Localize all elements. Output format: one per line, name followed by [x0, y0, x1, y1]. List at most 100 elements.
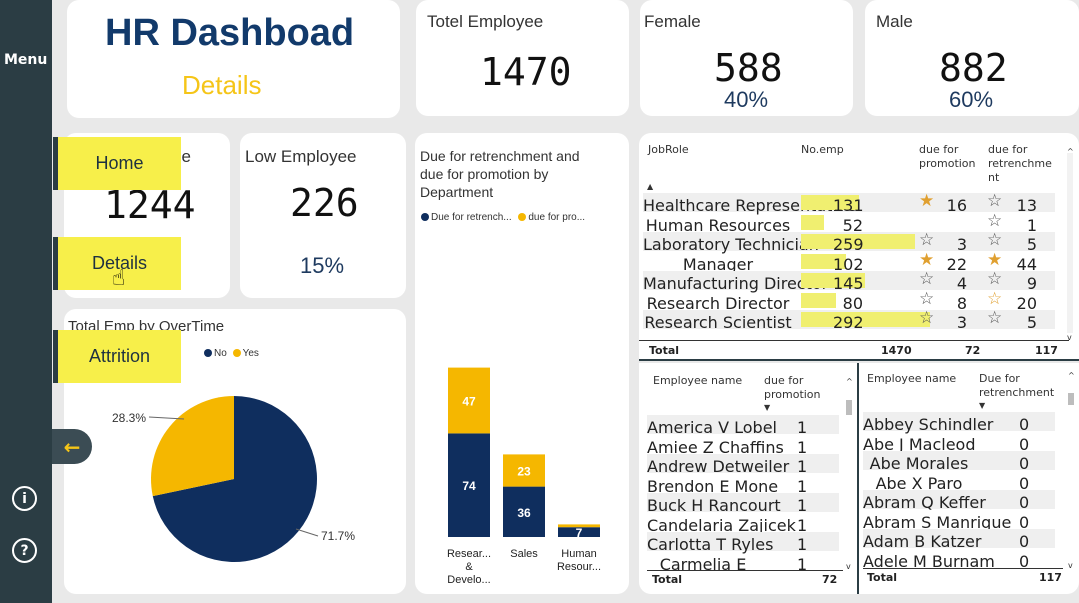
female-label: Female: [644, 12, 701, 31]
female-value: 588: [714, 46, 783, 90]
retrenchment-star-icon: ★: [987, 249, 1003, 270]
info-icon[interactable]: i: [12, 486, 37, 511]
promo-scroll-down-icon[interactable]: v: [846, 560, 851, 574]
promo-employee-value: 1: [797, 554, 808, 571]
total-employee-card: Totel Employee 1470: [416, 0, 629, 116]
jobrole-row[interactable]: Research Scientist 292 ☆ 3 ☆ 5: [643, 308, 1055, 332]
jobrole-row[interactable]: Manager 102 ★ 22 ★ 44: [643, 249, 1055, 274]
label-line-no: [295, 528, 319, 537]
promotion-star-icon: ☆: [919, 308, 935, 328]
table-divider: [639, 359, 1079, 361]
retrenchment-star-icon: ☆: [987, 230, 1003, 250]
retrenchment-star-icon: ☆: [987, 288, 1003, 309]
promo-list-item[interactable]: Carlotta T Ryles 1: [647, 532, 839, 554]
emp-data-bar: [801, 214, 824, 230]
bar-label-retrench-2: 7: [576, 526, 583, 540]
bar-promo-2[interactable]: [558, 524, 600, 528]
promo-scroll-up-icon[interactable]: ^: [846, 375, 853, 389]
low-employee-value: 226: [290, 181, 359, 225]
jobrole-row[interactable]: Human Resources 52 ☆ 1: [643, 210, 1055, 235]
ret-scrollbar[interactable]: [1068, 393, 1074, 405]
promo-total-label: Total: [652, 573, 683, 586]
jobrole-emp: 292: [833, 313, 864, 332]
emp-data-bar: [801, 312, 930, 327]
help-icon[interactable]: ?: [12, 538, 37, 563]
sidebar: Menu i ?: [0, 0, 52, 603]
jobrole-row[interactable]: Manufacturing Director 145 ☆ 4 ☆ 9: [643, 269, 1055, 293]
promo-list-item[interactable]: Carmelia E 1: [647, 552, 839, 571]
x-tick-label-0: Resear...: [447, 548, 491, 560]
jobrole-name: Research Scientist: [644, 313, 792, 332]
retrenchment-star-icon: ☆: [987, 191, 1003, 211]
ret-list-item[interactable]: Abe Morales 0: [863, 451, 1055, 473]
retrenchment-star-icon: ☆: [987, 308, 1003, 328]
x-tick-label-1: Sales: [510, 548, 538, 560]
department-chart-card: Due for retrenchment and due for promoti…: [415, 133, 629, 594]
ret-list-item[interactable]: Abram S Manrique 0: [863, 510, 1055, 532]
jobrole-table-card: JobRole ▲ No.emp due for promotion due f…: [639, 133, 1079, 361]
scroll-down-icon[interactable]: v: [1067, 331, 1072, 345]
jobrole-total-label: Total: [649, 344, 680, 357]
bar-label-promo-1: 23: [517, 465, 531, 479]
x-tick-label-0: Develo...: [447, 574, 490, 586]
menu-button[interactable]: Menu: [4, 52, 47, 68]
jobrole-scrollbar[interactable]: [1067, 153, 1073, 333]
bar-label-promo-0: 47: [462, 395, 476, 409]
scroll-up-icon[interactable]: ^: [1067, 145, 1074, 159]
promotion-star-icon: ☆: [919, 288, 935, 309]
ret-list-item[interactable]: Adele M Burnam 0: [863, 549, 1055, 570]
ret-list-item[interactable]: Abe X Paro 0: [863, 471, 1055, 493]
department-bar-chart: 74 47 Resear...&Develo... 36 23 Sales 7 HumanRe…: [447, 367, 601, 586]
promotion-star-icon: ☆: [919, 230, 935, 250]
ret-list-item[interactable]: Abe J Macleod 0: [863, 432, 1055, 454]
ret-scroll-up-icon[interactable]: ^: [1068, 369, 1075, 383]
x-tick-label-2: Resour...: [557, 561, 601, 573]
ret-total-label: Total: [867, 571, 898, 584]
ret-total-value: 117: [1039, 571, 1062, 584]
promotion-star-icon: ★: [919, 191, 935, 211]
promo-list-item[interactable]: Andrew Detweiler 1: [647, 454, 839, 476]
ret-list-item[interactable]: Abbey Schindler 0: [863, 412, 1055, 434]
low-employee-percent: 15%: [300, 253, 345, 278]
pie-label-no: 71.7%: [321, 529, 356, 543]
page-title: HR Dashboad: [105, 12, 355, 54]
bar-label-retrench-1: 36: [517, 506, 531, 520]
jobrole-retrenchment: 5: [1026, 313, 1037, 332]
bar-label-retrench-0: 74: [462, 479, 476, 493]
male-value: 882: [939, 46, 1008, 90]
promo-employee-name: Carmelia E: [659, 554, 747, 571]
jobrole-row[interactable]: Healthcare Representative 131 ★ 16 ☆ 13: [643, 191, 1055, 215]
nav-attrition-button[interactable]: Attrition: [53, 330, 181, 383]
jobrole-row[interactable]: Laboratory Technician 259 ☆ 3 ☆ 5: [643, 230, 1055, 254]
promotion-star-icon: ★: [919, 249, 935, 270]
male-card: Male 882 60%: [865, 0, 1079, 116]
collapse-arrow-icon[interactable]: ←: [52, 429, 92, 464]
jobrole-total-emp: 1470: [881, 344, 912, 357]
promo-list-item[interactable]: Buck H Rancourt 1: [647, 493, 839, 515]
pie-slice-yes[interactable]: [151, 396, 234, 497]
promo-list-item[interactable]: Candelaria Zajicek 1: [647, 513, 839, 535]
promo-scrollbar[interactable]: [846, 400, 852, 415]
retrenchment-star-icon: ☆: [987, 269, 1003, 289]
promotion-list-card: Employee name due for promotion ▼ Americ…: [639, 363, 857, 594]
ret-scroll-down-icon[interactable]: v: [1068, 559, 1073, 573]
total-employee-value: 1470: [480, 50, 572, 94]
female-card: Female 588 40%: [640, 0, 853, 116]
jobrole-row[interactable]: Research Director 80 ☆ 8 ☆ 20: [643, 288, 1055, 313]
x-tick-label-2: Human: [561, 548, 596, 560]
pie-label-yes: 28.3%: [112, 411, 147, 425]
ret-list-item[interactable]: Abram Q Keffer 0: [863, 490, 1055, 512]
jobrole-total-ret: 117: [1035, 344, 1058, 357]
retrenchment-star-icon: ☆: [987, 210, 1003, 231]
title-card: HR Dashboad Details: [67, 0, 400, 118]
promo-list-item[interactable]: Brendon E Mone 1: [647, 474, 839, 496]
ret-list-item[interactable]: Adam B Katzer 0: [863, 529, 1055, 551]
promo-list-item[interactable]: America V Lobel 1: [647, 415, 839, 437]
male-label: Male: [876, 12, 913, 31]
low-employee-label: Low Employee: [245, 147, 357, 166]
nav-home-button[interactable]: Home: [53, 137, 181, 190]
promo-list-item[interactable]: Amiee Z Chaffins 1: [647, 435, 839, 457]
total-employee-label: Totel Employee: [427, 12, 544, 31]
ret-employee-name: Adele M Burnam: [863, 551, 995, 570]
retrenchment-list-card: Employee name Due for retrenchment ▼ Abb…: [859, 363, 1079, 594]
